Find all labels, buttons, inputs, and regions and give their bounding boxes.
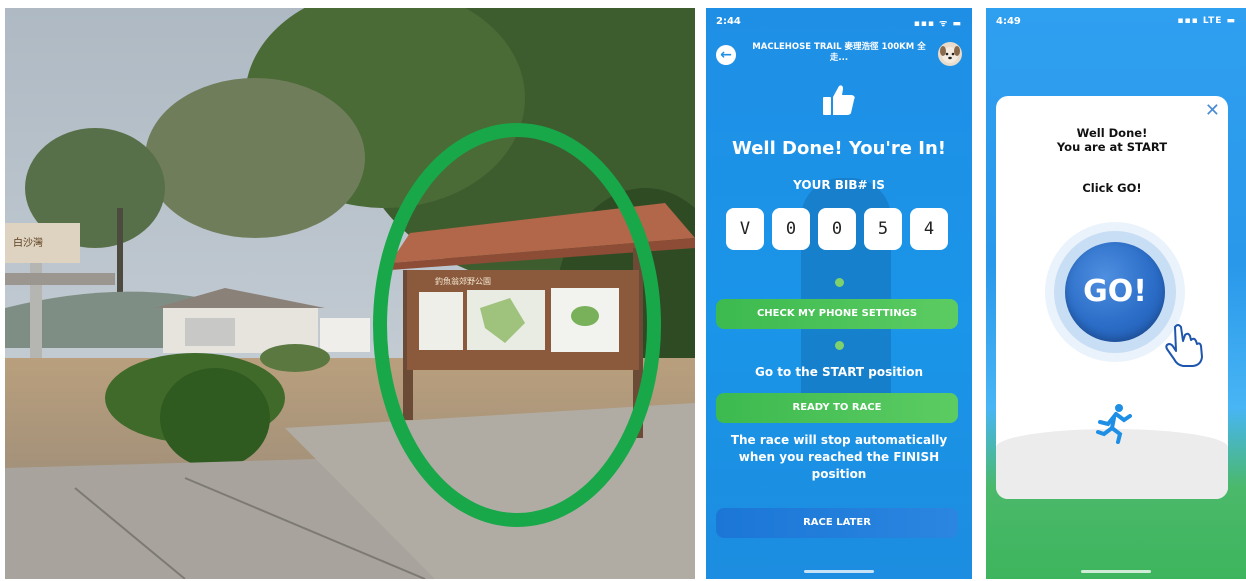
app-header: ← MACLEHOSE TRAIL 麥理浩徑 100KM 全走... (706, 36, 972, 74)
check-phone-settings-button[interactable]: CHECK MY PHONE SETTINGS (716, 299, 958, 329)
status-bar: 2:44 ▪▪▪ ᯤ ▬ (706, 8, 972, 34)
bib-number: V 0 0 5 4 (726, 208, 948, 250)
modal-title: Well Done! You are at START (1056, 126, 1168, 154)
phone-screen-registration: 2:44 ▪▪▪ ᯤ ▬ ← MACLEHOSE TRAIL 麥理浩徑 100K… (706, 8, 972, 579)
status-icons: ▪▪▪ ᯤ ▬ (913, 19, 962, 29)
bib-digit: V (726, 208, 764, 250)
tap-hand-icon (1165, 324, 1203, 367)
status-time: 2:44 (716, 16, 741, 27)
status-bar: 4:49 ▪▪▪ LTE ▬ (986, 8, 1246, 34)
modal-instruction: Click GO! (1082, 181, 1142, 195)
bib-digit: 0 (772, 208, 810, 250)
avatar[interactable] (938, 42, 962, 66)
status-time: 4:49 (996, 16, 1021, 27)
bib-digit: 4 (910, 208, 948, 250)
trail-photo: 白沙灣 釣魚翁郊野公園 (5, 8, 695, 579)
bib-digit: 5 (864, 208, 902, 250)
back-arrow-icon[interactable]: ← (716, 45, 736, 65)
bib-digit: 0 (818, 208, 856, 250)
start-position-text: Go to the START position (755, 365, 923, 379)
ready-to-race-button[interactable]: READY TO RACE (716, 393, 958, 423)
race-stop-info: The race will stop automatically when yo… (730, 433, 948, 481)
close-icon[interactable]: ✕ (1205, 100, 1220, 121)
thumbs-up-icon (823, 85, 855, 115)
start-modal: ✕ Well Done! You are at START Click GO! … (996, 96, 1228, 499)
board-sign-text: 釣魚翁郊野公園 (435, 276, 491, 286)
phone-screen-start: 4:49 ▪▪▪ LTE ▬ ✕ Well Done! You are at S… (986, 8, 1246, 579)
home-indicator (804, 570, 874, 573)
race-later-button[interactable]: RACE LATER (716, 508, 958, 538)
dog-avatar-icon (940, 46, 960, 63)
status-icons: ▪▪▪ LTE ▬ (1177, 16, 1236, 26)
check-dot-icon (835, 341, 844, 350)
bib-label: YOUR BIB# IS (793, 178, 885, 192)
event-title: MACLEHOSE TRAIL 麥理浩徑 100KM 全走... (752, 42, 926, 63)
runner-icon (1096, 404, 1132, 444)
check-dot-icon (835, 278, 844, 287)
home-indicator (1081, 570, 1151, 573)
photo-illustration: 白沙灣 釣魚翁郊野公園 (5, 8, 695, 579)
go-button[interactable]: GO! (1065, 242, 1165, 342)
left-sign-text: 白沙灣 (13, 236, 43, 249)
success-headline: Well Done! You're In! (732, 138, 946, 159)
